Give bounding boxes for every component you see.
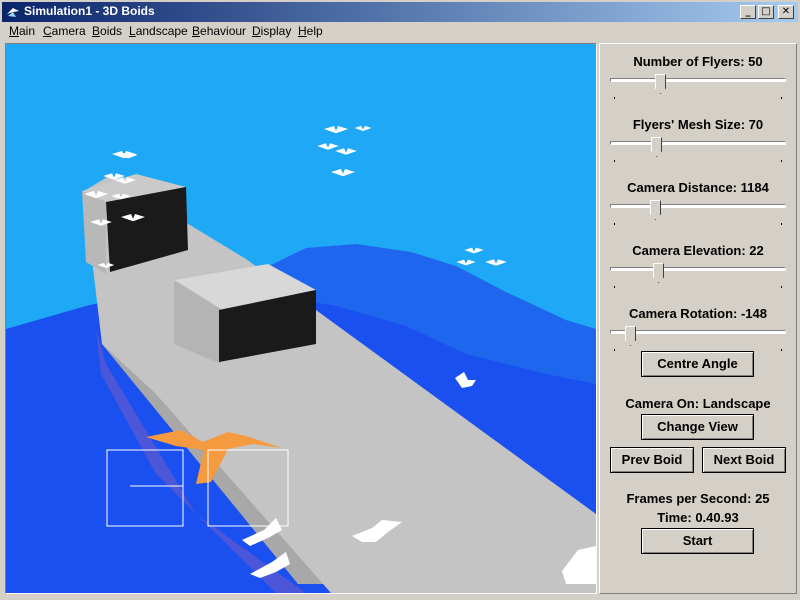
centre-angle-button[interactable]: Centre Angle: [641, 351, 754, 377]
distance-slider-track[interactable]: [610, 204, 786, 208]
mesh-slider[interactable]: [610, 137, 786, 162]
menu-help-label: elp: [306, 24, 323, 38]
time-label: Time: 0.40.93: [657, 510, 739, 525]
control-panel: Number of Flyers: 50 Flyers' Mesh Size: …: [599, 43, 797, 594]
flyers-label: Number of Flyers: 50: [633, 54, 763, 69]
minimize-button[interactable]: _: [740, 5, 756, 19]
camera-on-label: Camera On: Landscape: [625, 396, 771, 411]
scene-canvas[interactable]: [6, 44, 596, 593]
menu-help-accel: H: [298, 24, 307, 38]
rotation-label: Camera Rotation: -148: [629, 306, 767, 321]
menu-display-label: isplay: [260, 24, 292, 38]
flyers-slider-track[interactable]: [610, 78, 786, 82]
change-view-button[interactable]: Change View: [641, 414, 754, 440]
start-button[interactable]: Start: [641, 528, 754, 554]
elevation-label: Camera Elevation: 22: [632, 243, 764, 258]
menu-landscape-label: andscape: [135, 24, 188, 38]
distance-slider[interactable]: [610, 200, 786, 225]
rotation-slider-track[interactable]: [610, 330, 786, 334]
rotation-slider[interactable]: [610, 326, 786, 351]
distance-slider-thumb[interactable]: [650, 200, 661, 220]
menu-camera[interactable]: Camera: [43, 24, 86, 38]
menu-landscape[interactable]: Landscape: [129, 24, 188, 38]
menu-main-accel: M: [9, 24, 19, 38]
menu-help[interactable]: Help: [298, 24, 323, 38]
mesh-label: Flyers' Mesh Size: 70: [632, 117, 764, 132]
slider-tick: [614, 97, 615, 99]
elevation-slider-track[interactable]: [610, 267, 786, 271]
menu-camera-label: amera: [51, 24, 86, 38]
menu-bar: Main Camera Boids Landscape Behaviour Di…: [2, 22, 798, 41]
menu-boids[interactable]: Boids: [92, 24, 122, 38]
close-button[interactable]: ✕: [778, 5, 794, 19]
elevation-slider[interactable]: [610, 263, 786, 288]
menu-camera-accel: C: [43, 24, 52, 38]
simulation-viewport[interactable]: [5, 43, 597, 594]
mesh-slider-thumb[interactable]: [651, 137, 662, 157]
slider-tick: [781, 286, 782, 288]
menu-landscape-accel: L: [129, 24, 136, 38]
maximize-button[interactable]: □: [758, 5, 774, 19]
slider-tick: [614, 223, 615, 225]
slider-tick: [781, 223, 782, 225]
next-boid-button[interactable]: Next Boid: [702, 447, 786, 473]
title-bar[interactable]: Simulation1 - 3D Boids _ □ ✕: [2, 2, 798, 22]
fps-label: Frames per Second: 25: [626, 491, 770, 506]
app-window: Simulation1 - 3D Boids _ □ ✕ Main Camera…: [0, 0, 800, 600]
slider-tick: [614, 349, 615, 351]
menu-behaviour[interactable]: Behaviour: [192, 24, 246, 38]
flyers-slider-thumb[interactable]: [655, 74, 666, 94]
slider-tick: [614, 160, 615, 162]
slider-tick: [781, 160, 782, 162]
menu-behaviour-label: ehaviour: [200, 24, 247, 38]
flyers-slider[interactable]: [610, 74, 786, 99]
elevation-slider-thumb[interactable]: [653, 263, 664, 283]
window-title: Simulation1 - 3D Boids: [24, 4, 155, 18]
menu-display-accel: D: [252, 24, 261, 38]
rotation-slider-thumb[interactable]: [625, 326, 636, 346]
menu-boids-accel: B: [92, 24, 101, 38]
slider-tick: [781, 97, 782, 99]
slider-tick: [614, 286, 615, 288]
mesh-slider-track[interactable]: [610, 141, 786, 145]
menu-display[interactable]: Display: [252, 24, 291, 38]
app-icon: [7, 8, 19, 17]
menu-main-label: ain: [19, 24, 36, 38]
prev-boid-button[interactable]: Prev Boid: [610, 447, 694, 473]
menu-behaviour-accel: B: [192, 24, 201, 38]
menu-boids-label: oids: [100, 24, 123, 38]
slider-tick: [781, 349, 782, 351]
distance-label: Camera Distance: 1184: [627, 180, 769, 195]
menu-main[interactable]: Main: [9, 24, 35, 38]
